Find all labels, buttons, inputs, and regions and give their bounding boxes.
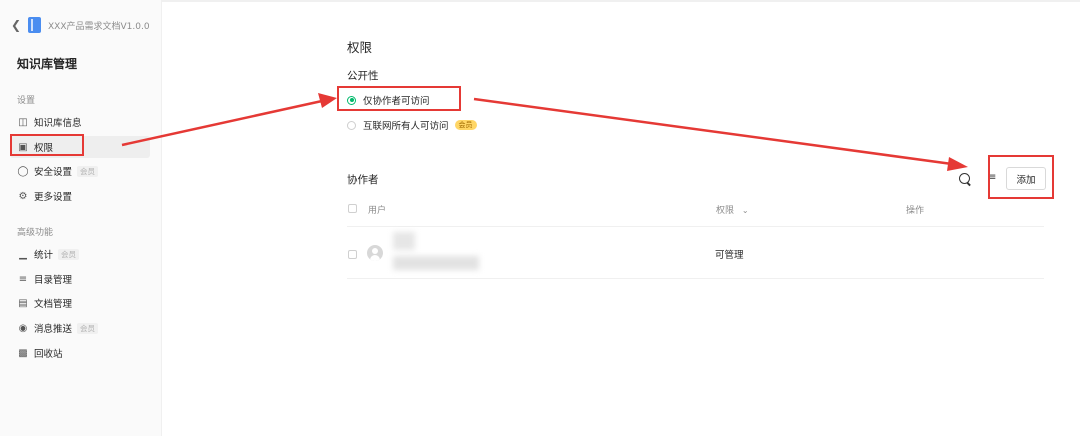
- arrow-head-1: [318, 93, 337, 108]
- row-checkbox[interactable]: [348, 250, 357, 259]
- column-header-actions: 操作: [906, 206, 925, 216]
- trash-icon: ▩: [18, 347, 28, 359]
- radio-label: 互联网所有人可访问: [363, 121, 449, 132]
- settings-section-label: 设置: [17, 96, 36, 106]
- avatar-icon: [367, 245, 383, 261]
- member-badge: 会员: [77, 322, 99, 334]
- visibility-label: 公开性: [347, 70, 379, 82]
- page-title: 权限: [347, 40, 373, 55]
- table-divider: [347, 226, 1044, 227]
- sidebar-item-docs[interactable]: ▤ 文档管理: [10, 292, 150, 314]
- annotation-box-add: [988, 155, 1054, 199]
- sidebar-item-label: 消息推送: [34, 324, 73, 335]
- advanced-section-label: 高级功能: [17, 228, 54, 238]
- annotation-box-radio: [337, 86, 461, 111]
- sidebar-item-security[interactable]: ◯ 安全设置 会员: [10, 160, 150, 182]
- arrow-line-2: [473, 97, 953, 166]
- top-border: [0, 0, 1080, 2]
- sidebar-item-label: 更多设置: [34, 192, 73, 203]
- sidebar-item-trash[interactable]: ▩ 回收站: [10, 342, 150, 364]
- sidebar-item-label: 知识库信息: [34, 118, 82, 129]
- chevron-down-icon: ⌄: [741, 206, 749, 215]
- radio-unchecked-icon[interactable]: [347, 120, 356, 130]
- sidebar-item-push[interactable]: ◉ 消息推送 会员: [10, 317, 150, 339]
- radio-public[interactable]: 互联网所有人可访问 会员: [347, 118, 477, 132]
- doc-title[interactable]: XXX产品需求文档V1.0.0: [48, 19, 150, 32]
- document-icon: ▤: [18, 297, 28, 309]
- sidebar-item-kb-info[interactable]: ◫ 知识库信息: [10, 111, 150, 133]
- sidebar-item-toc[interactable]: ≡ 目录管理: [10, 268, 150, 290]
- blurred-username: [393, 232, 415, 250]
- member-badge: 会员: [77, 165, 99, 177]
- blurred-email: [393, 256, 479, 270]
- sidebar-item-label: 安全设置: [34, 167, 73, 178]
- arrow-head-2: [947, 157, 968, 171]
- table-divider: [347, 278, 1044, 279]
- member-badge: 会员: [58, 248, 80, 260]
- annotation-arrows: [121, 93, 968, 171]
- bar-chart-icon: ▁: [19, 248, 27, 260]
- chevron-left-icon[interactable]: ❮: [11, 18, 23, 32]
- kb-management-title: 知识库管理: [17, 57, 78, 71]
- list-icon: ≡: [18, 273, 28, 285]
- annotation-box-permissions: [10, 134, 84, 156]
- permission-value[interactable]: 可管理: [715, 247, 744, 261]
- sidebar-item-label: 目录管理: [34, 275, 73, 286]
- message-icon: ◉: [18, 322, 28, 334]
- search-icon[interactable]: [959, 173, 970, 184]
- sidebar-item-label: 文档管理: [34, 299, 73, 310]
- sidebar: ❮ XXX产品需求文档V1.0.0 知识库管理 设置 ◫ 知识库信息 ▣ 权限 …: [0, 0, 162, 436]
- sidebar-item-label: 回收站: [34, 349, 63, 360]
- sidebar-item-label: 统计: [34, 250, 54, 261]
- column-header-user: 用户: [368, 206, 387, 216]
- book-open-icon: ◫: [18, 116, 28, 128]
- member-badge: 会员: [454, 120, 477, 130]
- book-icon: [28, 17, 41, 33]
- sidebar-item-stats[interactable]: ▁ 统计 会员: [10, 243, 150, 265]
- shield-icon: ◯: [17, 165, 29, 177]
- gear-icon: ⚙: [18, 190, 28, 202]
- select-all-checkbox[interactable]: [348, 204, 357, 213]
- column-header-permission[interactable]: 权限 ⌄: [716, 203, 749, 216]
- column-header-label: 权限: [716, 206, 735, 216]
- collaborators-title: 协作者: [347, 174, 379, 186]
- sidebar-item-more[interactable]: ⚙ 更多设置: [10, 185, 150, 207]
